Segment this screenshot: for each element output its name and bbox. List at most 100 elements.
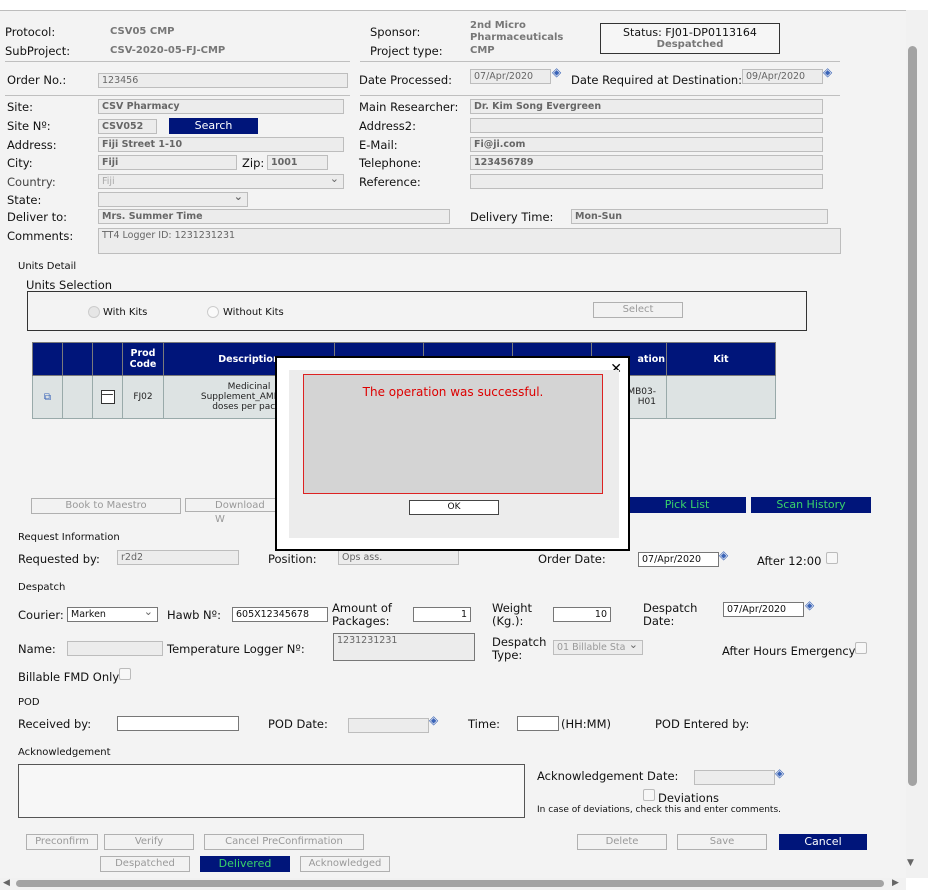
without-kits-radio[interactable] (207, 306, 219, 318)
city-field[interactable]: Fiji (98, 155, 237, 170)
name-label: Name: (18, 642, 56, 656)
cancel-preconfirmation-button[interactable]: Cancel PreConfirmation (204, 834, 364, 850)
date-processed-field[interactable]: 07/Apr/2020 (470, 69, 551, 84)
sponsor-value-line1: 2nd Micro (470, 20, 526, 31)
copy-icon[interactable]: ⧉ (32, 375, 63, 419)
despatch-date-field[interactable]: 07/Apr/2020 (723, 602, 804, 617)
deviations-checkbox[interactable] (643, 789, 655, 801)
delivered-button[interactable]: Delivered (200, 856, 290, 872)
pod-date-field[interactable] (348, 718, 429, 733)
ack-comments-field[interactable] (18, 764, 525, 818)
vertical-scrollbar[interactable]: ▼ (906, 10, 928, 878)
time-field[interactable] (517, 716, 559, 731)
temp-logger-field[interactable]: 1231231231 (333, 633, 475, 661)
despatched-button[interactable]: Despatched (100, 856, 190, 872)
calendar-icon[interactable]: ◈ (775, 767, 788, 779)
position-field[interactable]: Ops ass. (338, 550, 459, 565)
table-cell (62, 375, 93, 419)
order-date-field[interactable]: 07/Apr/2020 (638, 552, 719, 567)
divider (5, 95, 350, 96)
vertical-scroll-thumb[interactable] (908, 46, 917, 786)
horizontal-scroll-thumb[interactable] (16, 880, 884, 887)
search-button[interactable]: Search (169, 118, 258, 134)
reference-label: Reference: (359, 175, 421, 189)
prod-code-cell: FJ02 (122, 375, 164, 419)
calendar-icon[interactable]: ◈ (429, 714, 442, 726)
despatch-type-label-line1: Despatch (492, 635, 547, 649)
ok-button[interactable]: OK (409, 500, 499, 515)
deliver-to-field[interactable]: Mrs. Summer Time (98, 209, 450, 224)
column-header-prod-code: Prod Code (122, 342, 164, 376)
hawb-field[interactable]: 605X12345678 (232, 607, 328, 622)
main-researcher-field[interactable]: Dr. Kim Song Evergreen (470, 99, 823, 114)
amount-field[interactable]: 1 (413, 607, 471, 622)
horizontal-scrollbar[interactable]: ◀ ▶ (0, 878, 906, 890)
courier-select[interactable]: Marken (67, 607, 158, 622)
subproject-value: CSV-2020-05-FJ-CMP (110, 45, 226, 56)
date-required-label: Date Required at Destination: (571, 73, 743, 87)
sponsor-value-line2: Pharmaceuticals (470, 32, 564, 43)
deliver-to-label: Deliver to: (7, 210, 68, 224)
delivery-time-field[interactable]: Mon-Sun (571, 209, 828, 224)
save-button[interactable]: Save (677, 834, 767, 850)
download-button[interactable]: Download W (185, 498, 277, 525)
after-12-checkbox[interactable] (826, 552, 838, 564)
units-detail-heading: Units Detail (18, 261, 77, 272)
courier-label: Courier: (18, 608, 64, 622)
preconfirm-button[interactable]: Preconfirm (26, 834, 98, 850)
email-field[interactable]: Fi@ji.com (470, 137, 823, 152)
scroll-down-icon[interactable]: ▼ (907, 858, 914, 868)
with-kits-radio[interactable] (88, 306, 100, 318)
pick-list-button[interactable]: Pick List (628, 497, 746, 513)
calendar-icon[interactable]: ◈ (552, 66, 565, 78)
scroll-right-icon[interactable]: ▶ (892, 878, 899, 888)
site-field[interactable]: CSV Pharmacy (98, 99, 344, 114)
weight-label-line2: (Kg.): (492, 614, 524, 628)
billable-fmd-label: Billable FMD Only (18, 670, 120, 684)
billable-fmd-checkbox[interactable] (119, 668, 131, 680)
despatch-type-select[interactable]: 01 Billable Sta (553, 640, 643, 655)
order-no-field[interactable]: 123456 (98, 73, 348, 88)
requested-by-field[interactable]: r2d2 (117, 550, 239, 565)
comments-field[interactable]: TT4 Logger ID: 1231231231 (98, 228, 841, 254)
scroll-left-icon[interactable]: ◀ (3, 878, 10, 888)
name-field[interactable] (67, 641, 163, 656)
time-label: Time: (468, 717, 501, 731)
country-label: Country: (7, 175, 56, 189)
address2-field[interactable] (470, 118, 823, 133)
expand-icon[interactable]: — (100, 388, 115, 404)
city-label: City: (7, 156, 33, 170)
state-select[interactable] (98, 192, 248, 207)
comments-label: Comments: (7, 229, 74, 243)
site-no-label: Site Nº: (7, 119, 51, 133)
dialog-body: The operation was successful. OK (289, 370, 619, 538)
delivery-time-label: Delivery Time: (470, 210, 554, 224)
date-required-field[interactable]: 09/Apr/2020 (742, 69, 823, 84)
scan-history-button[interactable]: Scan History (751, 497, 871, 513)
divider (5, 61, 350, 62)
calendar-icon[interactable]: ◈ (805, 599, 818, 611)
after-hours-checkbox[interactable] (855, 642, 867, 654)
ack-date-label: Acknowledgement Date: (537, 769, 679, 783)
with-kits-label: With Kits (103, 307, 148, 318)
select-button[interactable]: Select (593, 302, 683, 318)
site-no-field[interactable]: CSV052 (98, 119, 157, 134)
country-select[interactable]: Fiji (98, 174, 344, 189)
acknowledged-button[interactable]: Acknowledged (300, 856, 390, 872)
reference-field[interactable] (470, 174, 823, 189)
ack-date-field[interactable] (694, 770, 775, 785)
status-line: Status: FJ01-DP0113164 (623, 26, 757, 39)
divider (360, 61, 840, 62)
calendar-icon[interactable]: ◈ (719, 549, 732, 561)
calendar-icon[interactable]: ◈ (823, 66, 836, 78)
cancel-button[interactable]: Cancel (779, 834, 867, 850)
telephone-field[interactable]: 123456789 (470, 155, 823, 170)
received-by-field[interactable] (117, 716, 239, 731)
address-field[interactable]: Fiji Street 1-10 (98, 137, 344, 152)
weight-field[interactable]: 10 (553, 607, 611, 622)
zip-field[interactable]: 1001 (267, 155, 328, 170)
despatch-heading: Despatch (18, 582, 66, 593)
book-to-maestro-button[interactable]: Book to Maestro (31, 498, 181, 514)
delete-button[interactable]: Delete (577, 834, 667, 850)
verify-button[interactable]: Verify (104, 834, 194, 850)
